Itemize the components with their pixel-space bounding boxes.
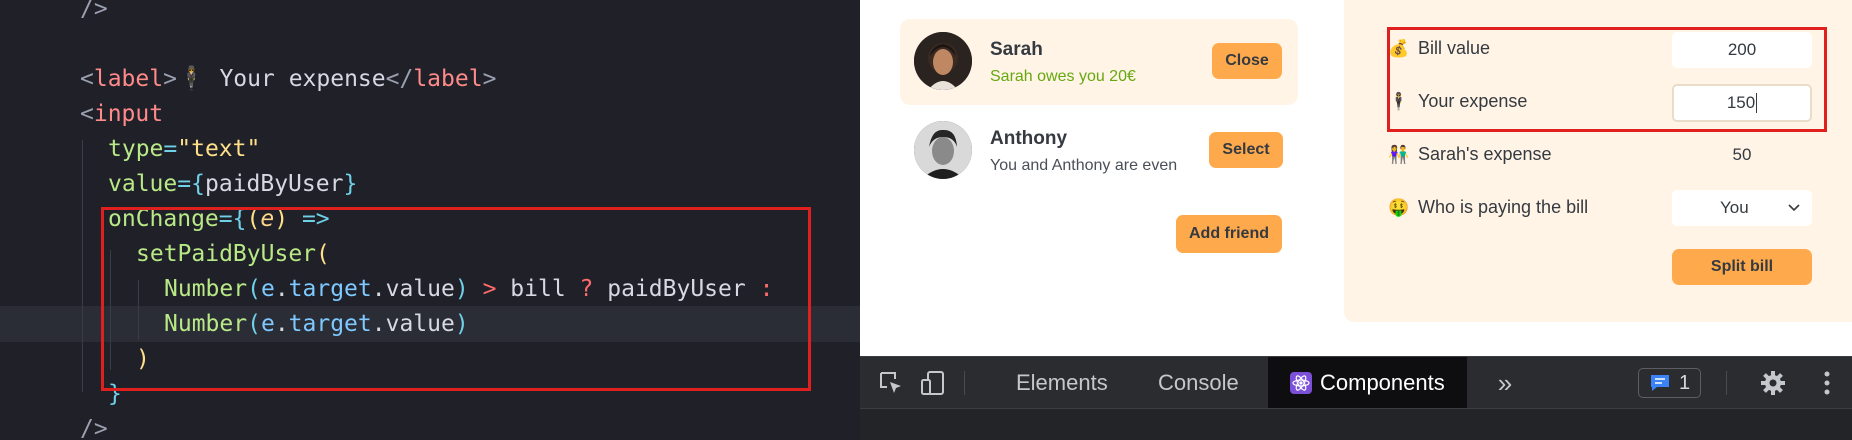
add-friend-button[interactable]: Add friend: [1176, 215, 1282, 253]
code-line: type="text": [108, 136, 261, 162]
code-line: />: [80, 0, 108, 22]
code-line: />: [80, 416, 108, 440]
money-face-icon: 🤑: [1388, 197, 1410, 217]
issues-count: 1: [1679, 371, 1691, 394]
friend-name: Anthony: [990, 128, 1068, 149]
friend-balance-status: You and Anthony are even: [990, 157, 1178, 174]
friend-item-anthony[interactable]: Anthony You and Anthony are even Select: [900, 108, 1298, 194]
friend-expense-label: 👫 Sarah's expense: [1388, 144, 1552, 165]
device-toolbar-icon[interactable]: [916, 357, 950, 409]
more-tabs-icon[interactable]: »: [1490, 357, 1520, 409]
toolbar-divider: [964, 371, 965, 395]
friend-name: Sarah: [990, 39, 1043, 60]
form-highlight-box: [1387, 27, 1827, 132]
tab-elements[interactable]: Elements: [1016, 357, 1108, 409]
avatar-image: [914, 121, 972, 179]
kebab-menu-icon[interactable]: [1812, 357, 1842, 409]
select-friend-button[interactable]: Select: [1209, 132, 1283, 168]
tab-components[interactable]: Components: [1268, 357, 1467, 409]
issues-badge[interactable]: 1: [1638, 368, 1702, 398]
react-icon: [1290, 372, 1312, 394]
code-line: <input: [80, 101, 164, 127]
gear-icon[interactable]: [1756, 357, 1790, 409]
friend-avatar: [914, 121, 972, 179]
friend-expense-text: 50: [1732, 145, 1752, 164]
friend-expense-input: 50: [1672, 137, 1812, 173]
code-editor[interactable]: /> <label>🕴 Your expense</label> <input typ…: [0, 0, 860, 440]
chevron-down-icon: [1788, 204, 1800, 212]
code-highlight-box: [101, 207, 811, 391]
devtools-toolbar: Elements Console Components » 1: [860, 356, 1852, 409]
friend-avatar: [914, 32, 972, 90]
message-icon: [1651, 375, 1669, 391]
devtools-panel: [860, 408, 1852, 440]
toolbar-divider: [1726, 371, 1727, 395]
app-preview: Sarah Sarah owes you 20€ Close Anthony Y…: [860, 0, 1852, 356]
close-friend-button[interactable]: Close: [1212, 43, 1282, 79]
tab-console[interactable]: Console: [1158, 357, 1239, 409]
friend-item-sarah[interactable]: Sarah Sarah owes you 20€ Close: [900, 19, 1298, 105]
inspect-element-icon[interactable]: [874, 357, 908, 409]
friend-expense-label-text: Sarah's expense: [1418, 144, 1552, 164]
avatar-image: [914, 32, 972, 90]
who-pays-value: You: [1720, 198, 1749, 217]
who-pays-label-text: Who is paying the bill: [1418, 197, 1589, 217]
code-line: <label>🕴 Your expense</label>: [80, 66, 497, 92]
who-pays-label: 🤑 Who is paying the bill: [1388, 197, 1588, 218]
split-bill-button[interactable]: Split bill: [1672, 249, 1812, 285]
friend-balance-status: Sarah owes you 20€: [990, 68, 1136, 85]
code-line: value={paidByUser}: [108, 171, 358, 197]
who-pays-select[interactable]: You: [1672, 190, 1812, 226]
tab-components-label: Components: [1320, 370, 1445, 395]
couple-icon: 👫: [1388, 144, 1410, 164]
